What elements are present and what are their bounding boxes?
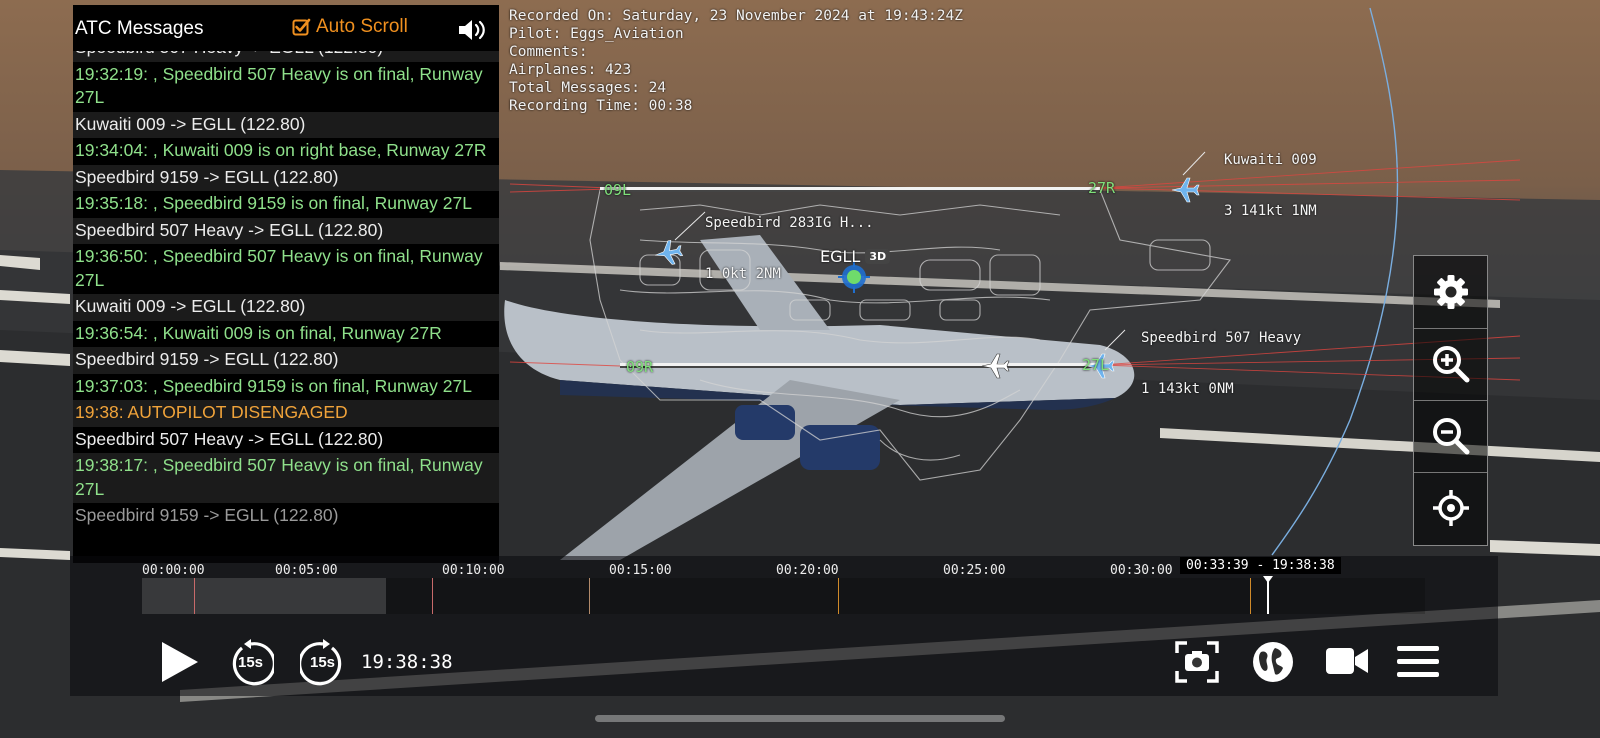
play-button[interactable] — [158, 640, 202, 684]
aircraft-icon-user[interactable] — [981, 353, 1010, 379]
timeline-tick-label: 00:00:00 — [142, 563, 205, 578]
timeline-tick-label: 00:05:00 — [275, 563, 338, 578]
checkbox-checked-icon — [292, 18, 311, 36]
settings-button[interactable] — [1414, 256, 1487, 329]
screenshot-button[interactable] — [1175, 641, 1219, 683]
runway-09r-27l — [620, 363, 1100, 368]
timeline-tick-label: 00:20:00 — [776, 563, 839, 578]
video-camera-button[interactable] — [1325, 644, 1369, 678]
timeline-tick-label: 00:15:00 — [609, 563, 672, 578]
runway-label-09r: 09R — [626, 358, 654, 376]
atc-message-list[interactable]: Speedbird 507 Heavy -> EGLL (122.80)19:3… — [73, 35, 499, 530]
atc-message: Speedbird 9159 -> EGLL (122.80) — [73, 503, 499, 530]
airspace-boundary-line — [1271, 7, 1399, 556]
aircraft-details: 1 0kt 2NM — [705, 266, 781, 282]
timeline-range-badge: 00:33:39 - 19:38:38 — [1180, 557, 1341, 574]
pilot-name: Pilot: Eggs_Aviation — [509, 26, 684, 42]
atc-message: Speedbird 507 Heavy -> EGLL (122.80) — [73, 217, 499, 244]
atc-message: Kuwaiti 009 -> EGLL (122.80) — [73, 111, 499, 138]
aircraft-callsign: Speedbird 283IG H... — [705, 215, 874, 231]
recording-info: Recorded On: Saturday, 23 November 2024 … — [509, 7, 963, 115]
aircraft-callsign: Speedbird 507 Heavy — [1141, 330, 1302, 346]
approach-lines-27r — [509, 159, 1521, 201]
timeline-playhead[interactable] — [1267, 578, 1269, 614]
recording-time: Recording Time: 00:38 — [509, 98, 693, 114]
speaker-icon[interactable] — [457, 17, 489, 43]
atc-messages-panel[interactable]: Speedbird 507 Heavy -> EGLL (122.80)19:3… — [73, 5, 499, 563]
aircraft-details: 1 143kt 0NM — [1141, 381, 1234, 397]
hamburger-menu-icon — [1397, 646, 1439, 677]
timeline-tick-label: 00:30:00 — [1110, 563, 1173, 578]
map-controls — [1413, 255, 1488, 546]
crosshair-icon — [1432, 490, 1469, 526]
atc-message: 19:36:50: , Speedbird 507 Heavy is on fi… — [73, 244, 499, 294]
aircraft-details: 3 141kt 1NM — [1224, 203, 1317, 219]
playback-panel: 00:00:00 00:05:00 00:10:00 00:15:00 00:20:00… — [70, 556, 1498, 696]
timeline-tick-label: 00:10:00 — [442, 563, 505, 578]
approach-lines-27l — [509, 335, 1521, 381]
airport-layout-outline — [589, 189, 1231, 481]
timeline-marker — [432, 578, 433, 614]
skip-back-15-button[interactable]: 15s — [228, 638, 276, 686]
runway-label-27r: 27R — [1088, 179, 1116, 197]
center-location-button[interactable] — [1414, 472, 1487, 544]
timeline-marker — [1250, 578, 1251, 614]
globe-button[interactable] — [1251, 640, 1295, 684]
menu-button[interactable] — [1396, 644, 1440, 680]
video-camera-icon — [1326, 648, 1354, 674]
aircraft-callsign: Kuwaiti 009 — [1224, 152, 1317, 168]
skip-forward-label: 15s — [310, 654, 336, 671]
aircraft-label-speedbird-507: Speedbird 507 Heavy 1 143kt 0NM — [1141, 296, 1301, 415]
atc-message: 19:32:19: , Speedbird 507 Heavy is on fi… — [73, 61, 499, 112]
skip-back-label: 15s — [238, 654, 264, 671]
aircraft-label-kuwaiti-009: Kuwaiti 009 3 141kt 1NM — [1224, 118, 1317, 237]
timeline-marker — [589, 578, 590, 614]
total-messages: Total Messages: 24 — [509, 80, 667, 96]
timeline-tick-label: 00:25:00 — [943, 563, 1006, 578]
atc-message: Speedbird 9159 -> EGLL (122.80) — [73, 347, 499, 374]
atc-title: ATC Messages — [75, 18, 204, 39]
atc-message: 19:37:03: , Speedbird 9159 is on final, … — [73, 373, 499, 400]
recorded-on: Recorded On: Saturday, 23 November 2024 … — [509, 8, 963, 24]
aircraft-label-speedbird-283ig: Speedbird 283IG H... 1 0kt 2NM — [705, 181, 874, 300]
atc-message: 19:38:17: , Speedbird 507 Heavy is on fi… — [73, 453, 499, 503]
zoom-out-icon — [1432, 418, 1469, 455]
atc-message: 19:36:54: , Kuwaiti 009 is on final, Run… — [73, 320, 499, 347]
atc-message: 19:38: AUTOPILOT DISENGAGED — [73, 400, 499, 427]
zoom-in-icon — [1432, 346, 1469, 383]
timeline-played-region — [142, 578, 386, 614]
atc-message: 19:35:18: , Speedbird 9159 is on final, … — [73, 191, 499, 218]
auto-scroll-toggle[interactable]: Auto Scroll — [292, 16, 408, 38]
current-playback-time: 19:38:38 — [361, 651, 453, 673]
runway-label-27l: 27L — [1082, 356, 1110, 374]
atc-message: 19:34:04: , Kuwaiti 009 is on right base… — [73, 138, 499, 165]
runway-label-09l: 09L — [604, 181, 632, 199]
atc-message: Kuwaiti 009 -> EGLL (122.80) — [73, 294, 499, 321]
atc-message: Speedbird 507 Heavy -> EGLL (122.80) — [73, 426, 499, 453]
timeline-scrubber[interactable] — [142, 576, 1425, 614]
home-indicator[interactable] — [595, 715, 1005, 722]
play-icon — [162, 642, 198, 682]
timeline-marker — [194, 578, 195, 614]
gear-icon — [1433, 275, 1468, 309]
timeline-marker — [838, 578, 839, 614]
skip-forward-15-button[interactable]: 15s — [298, 638, 346, 686]
zoom-in-button[interactable] — [1414, 328, 1487, 401]
auto-scroll-label: Auto Scroll — [316, 16, 408, 37]
aircraft-icon-speedbird-283ig[interactable] — [653, 239, 684, 267]
airplanes-count: Airplanes: 423 — [509, 62, 632, 78]
atc-header: ATC Messages Auto Scroll — [73, 5, 499, 51]
comments: Comments: — [509, 44, 588, 60]
atc-message: Speedbird 9159 -> EGLL (122.80) — [73, 164, 499, 191]
playhead-triangle-icon — [1263, 576, 1273, 583]
zoom-out-button[interactable] — [1414, 400, 1487, 473]
